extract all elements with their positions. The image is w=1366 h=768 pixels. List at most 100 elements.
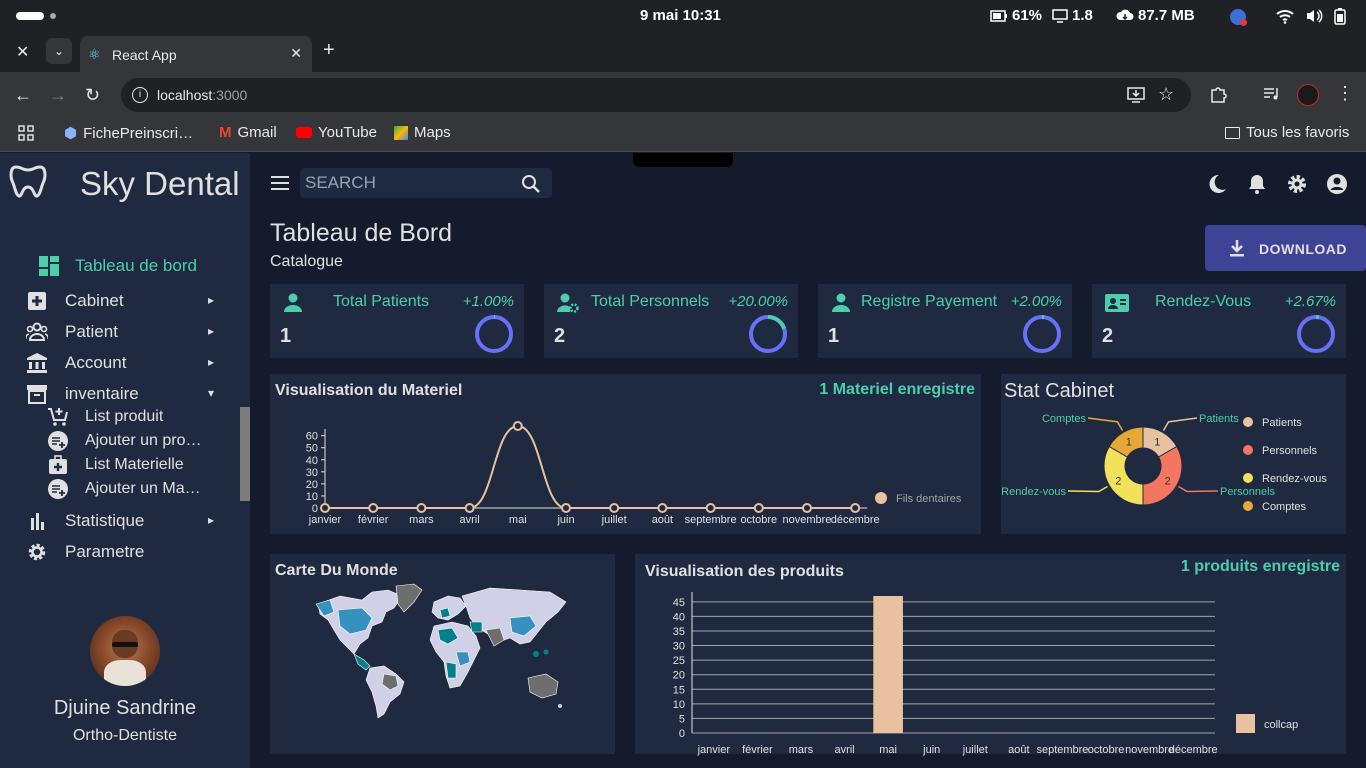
menu-hamburger-icon[interactable] [270,175,290,191]
search-icon[interactable] [521,174,540,193]
data-point [850,503,861,513]
profile-avatar-icon[interactable] [1297,84,1319,106]
progress-ring [1297,315,1335,353]
download-icon [1230,240,1244,257]
apps-grid-icon[interactable] [18,125,34,141]
sidebar-item-tableau-de-bord[interactable]: Tableau de bord [0,253,240,279]
close-window-icon[interactable]: ✕ [16,42,29,62]
media-control-icon[interactable] [1263,86,1281,102]
brand-title[interactable]: Sky Dental [80,165,240,203]
account-circle-icon[interactable] [1325,172,1349,196]
subitem-ajouter-produit[interactable]: Ajouter un pro… [0,429,240,453]
sidebar-item-statistique[interactable]: Statistique ▸ [0,508,240,534]
folder-icon [1225,126,1240,139]
data-point [464,503,475,513]
workspace-dot [50,13,56,19]
data-point [512,421,523,431]
stat-card-total-personnels[interactable]: Total Personnels +20.00% 2 [544,284,798,358]
x-tick-label: avril [460,514,480,526]
bookmark-youtube[interactable]: YouTube [296,124,377,141]
tab-search-button[interactable]: ⌄ [46,38,72,64]
y-tick-label: 10 [673,699,685,711]
activities-indicator[interactable] [16,12,44,20]
produits-bar-chart[interactable]: 0 5 10 15 20 25 30 35 40 45 janvier février mars avri… [635,554,1346,768]
extensions-icon[interactable] [1209,85,1227,103]
install-app-icon[interactable] [1127,86,1145,104]
dashboard-icon [39,256,59,276]
address-bar[interactable]: i localhost:3000 ☆ [121,78,1191,112]
produits-panel: Visualisation des produits 1 produits en… [635,554,1346,756]
battery-vertical-icon[interactable] [1334,7,1346,25]
world-map-panel: Carte Du Monde [270,554,615,754]
wifi-icon[interactable] [1276,8,1294,24]
bookmark-gmail[interactable]: M Gmail [219,124,277,141]
chevron-down-icon: ▾ [208,386,215,400]
y-tick-label: 30 [673,641,685,653]
legend-label: Patients [1262,417,1302,429]
site-info-icon[interactable]: i [132,87,148,103]
close-tab-icon[interactable]: ✕ [290,45,302,62]
slice-value-label: 1 [1126,436,1132,448]
medical-cross-icon [28,292,46,310]
subitem-ajouter-materiel[interactable]: Ajouter un Ma… [0,477,240,501]
menu-kebab-icon[interactable]: ⋮ [1336,83,1354,104]
volume-icon[interactable] [1305,8,1323,24]
subitem-list-materielle[interactable]: List Materielle [0,453,240,477]
bookmark-maps[interactable]: Maps [394,124,451,141]
sidebar-item-parametre[interactable]: Parametre [0,539,240,565]
forward-arrow-icon[interactable]: → [49,85,67,106]
browser-tab-react-app[interactable]: ⚛ React App ✕ [80,36,312,72]
cpu-load[interactable]: 1.8 [1052,7,1093,24]
bookmark-star-icon[interactable]: ☆ [1158,84,1174,105]
slice-value-label: 2 [1115,475,1121,487]
browser-tab-bar: ✕ ⌄ ⚛ React App ✕ + [0,32,1366,72]
materiel-line-chart[interactable]: 0102030405060janvier février mars avril mai j… [270,374,981,534]
people-icon [26,322,48,341]
bar-chart-icon [31,513,44,530]
sidebar-scrollbar[interactable] [240,407,250,501]
x-tick-label: novembre [783,514,832,526]
y-tick-label: 25 [673,655,685,667]
slice-value-label: 2 [1165,475,1171,487]
world-map-title: Carte Du Monde [275,562,398,579]
back-arrow-icon[interactable]: ← [14,85,32,106]
page-title: Tableau de Bord [270,219,453,247]
subitem-list-produit[interactable]: List produit [0,405,240,429]
bookmark-fichepreinscri[interactable]: ⬢ FichePreinscri… [64,124,193,143]
dark-mode-icon[interactable] [1205,172,1229,196]
stat-cabinet-donut-chart[interactable]: 1221PatientsPersonnelsRendez-vousComptes… [1001,374,1346,534]
stat-card-rendez-vous[interactable]: Rendez-Vous +2.67% 2 [1092,284,1346,358]
all-bookmarks-folder[interactable]: Tous les favoris [1225,124,1349,141]
x-tick-label: juin [556,514,574,526]
os-top-bar: 9 mai 10:31 61% 1.8 87.7 MB [0,0,1366,32]
app-indicator-icon[interactable] [1230,9,1247,26]
battery-status[interactable]: 61% [990,7,1042,24]
settings-gear-icon[interactable] [1285,172,1309,196]
sidebar-item-account[interactable]: Account ▸ [0,350,240,376]
notifications-bell-icon[interactable] [1245,172,1269,196]
legend-label: Rendez-vous [1262,473,1327,485]
x-tick-label: juin [922,744,940,756]
stat-cabinet-panel: Stat Cabinet 1 2 2 1 Patients Personnels Rende… [1001,374,1346,534]
reload-icon[interactable]: ↻ [85,85,100,106]
series-line-fils-dentaires [325,424,856,509]
stat-card-registre-payement[interactable]: Registre Payement +2.00% 1 [818,284,1072,358]
clock[interactable]: 9 mai 10:31 [640,7,721,24]
data-point [657,503,668,513]
x-tick-label: décembre [1169,744,1218,756]
avatar[interactable] [90,616,160,686]
world-map[interactable] [310,582,570,722]
search-input[interactable] [305,172,515,194]
data-point [561,503,571,513]
sidebar-item-inventaire[interactable]: inventaire ▾ [0,381,240,407]
stat-card-total-patients[interactable]: Total Patients +1.00% 1 [270,284,524,358]
progress-ring [475,315,513,353]
new-tab-icon[interactable]: + [323,39,335,62]
url-text[interactable]: localhost:3000 [157,87,247,103]
sidebar-item-patient[interactable]: Patient ▸ [0,319,240,345]
download-button[interactable]: DOWNLOAD [1205,225,1366,271]
data-point [802,503,812,513]
sidebar-item-cabinet[interactable]: Cabinet ▸ [0,288,240,314]
leader-line [1162,417,1198,431]
memory-usage[interactable]: 87.7 MB [1116,7,1195,24]
